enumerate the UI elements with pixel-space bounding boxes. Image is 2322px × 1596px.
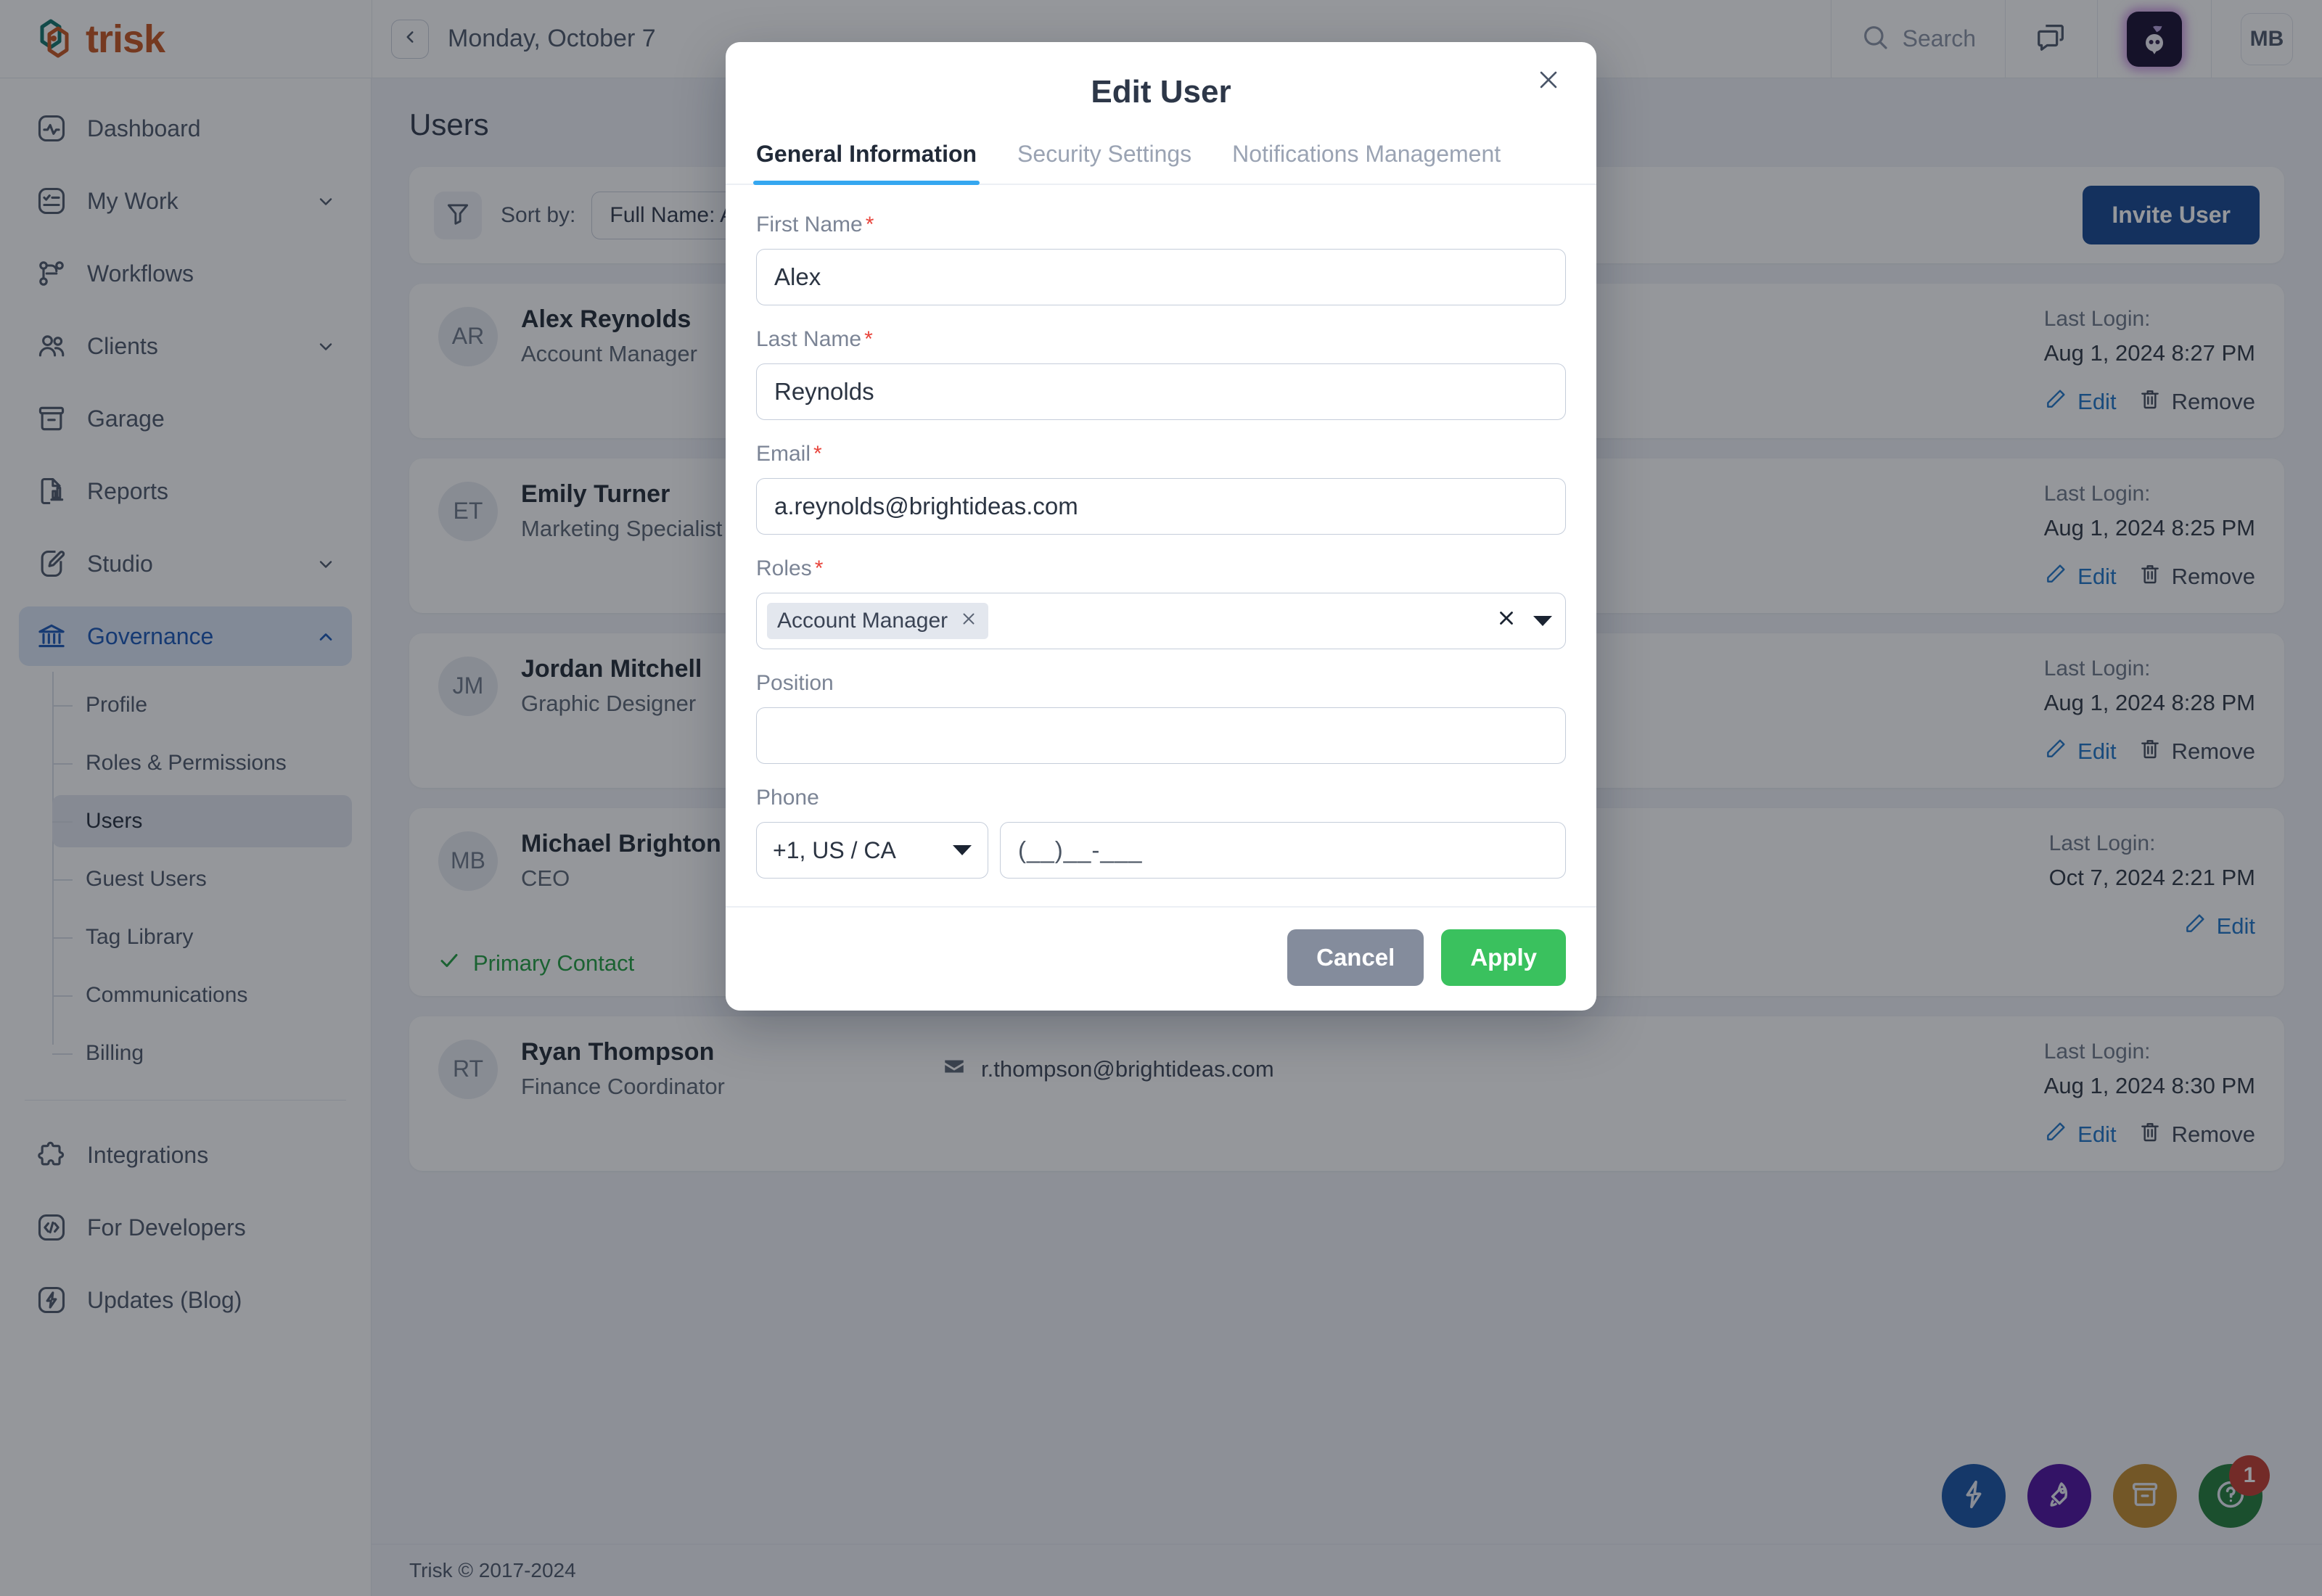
first-name-label-text: First Name	[756, 213, 863, 236]
apply-button[interactable]: Apply	[1441, 929, 1566, 986]
app-root: trisk Monday, October 7 Search MB Dashbo…	[0, 0, 2322, 1596]
email-input[interactable]: a.reynolds@brightideas.com	[756, 478, 1566, 535]
position-label: Position	[756, 671, 1566, 696]
first-name-input[interactable]: Alex	[756, 249, 1566, 305]
phone-country-code-value: +1, US / CA	[773, 836, 896, 863]
roles-multiselect[interactable]: Account Manager	[756, 593, 1566, 649]
phone-row: +1, US / CA (__)__-___	[756, 822, 1566, 879]
tab-security-settings[interactable]: Security Settings	[1017, 141, 1191, 184]
last-name-value: Reynolds	[774, 378, 874, 405]
required-asterisk: *	[865, 213, 874, 236]
phone-country-code-select[interactable]: +1, US / CA	[756, 822, 988, 879]
tab-general-information[interactable]: General Information	[752, 141, 980, 185]
last-name-label: Last Name *	[756, 327, 1566, 352]
modal-tabs: General Information Security Settings No…	[726, 141, 1596, 185]
edit-user-modal: Edit User General Information Security S…	[726, 42, 1596, 1011]
modal-body: First Name * Alex Last Name * Reynolds Ema…	[726, 185, 1596, 906]
role-chip-label: Account Manager	[777, 609, 948, 633]
modal-header: Edit User General Information Security S…	[726, 42, 1596, 185]
first-name-value: Alex	[774, 263, 821, 290]
close-icon[interactable]	[1530, 61, 1567, 99]
caret-down-icon[interactable]	[1533, 616, 1552, 626]
phone-label-text: Phone	[756, 786, 819, 810]
first-name-label: First Name *	[756, 213, 1566, 237]
required-asterisk: *	[864, 327, 873, 351]
role-chip: Account Manager	[767, 603, 989, 639]
position-label-text: Position	[756, 671, 834, 695]
roles-label: Roles *	[756, 556, 1566, 581]
remove-role-chip-icon[interactable]	[959, 609, 978, 633]
email-label: Email *	[756, 442, 1566, 466]
clear-x-icon[interactable]	[1496, 607, 1517, 635]
position-input[interactable]	[756, 707, 1566, 764]
roles-select-controls	[1496, 607, 1552, 635]
email-label-text: Email	[756, 442, 811, 466]
last-name-field-group: Last Name * Reynolds	[756, 327, 1566, 420]
phone-number-input[interactable]: (__)__-___	[1000, 822, 1566, 879]
phone-label: Phone	[756, 786, 1566, 810]
roles-label-text: Roles	[756, 556, 812, 580]
phone-number-placeholder: (__)__-___	[1018, 836, 1143, 863]
modal-footer: Cancel Apply	[726, 906, 1596, 1011]
roles-field-group: Roles * Account Manager	[756, 556, 1566, 649]
caret-down-icon	[953, 845, 972, 855]
position-field-group: Position	[756, 671, 1566, 764]
modal-title: Edit User	[1091, 74, 1231, 110]
required-asterisk: *	[813, 442, 822, 466]
cancel-button[interactable]: Cancel	[1287, 929, 1424, 986]
phone-field-group: Phone +1, US / CA (__)__-___	[756, 786, 1566, 879]
required-asterisk: *	[814, 556, 824, 580]
tab-notifications-management[interactable]: Notifications Management	[1232, 141, 1501, 184]
last-name-input[interactable]: Reynolds	[756, 363, 1566, 420]
email-field-group: Email * a.reynolds@brightideas.com	[756, 442, 1566, 535]
first-name-field-group: First Name * Alex	[756, 213, 1566, 305]
last-name-label-text: Last Name	[756, 327, 862, 351]
email-value: a.reynolds@brightideas.com	[774, 493, 1078, 519]
